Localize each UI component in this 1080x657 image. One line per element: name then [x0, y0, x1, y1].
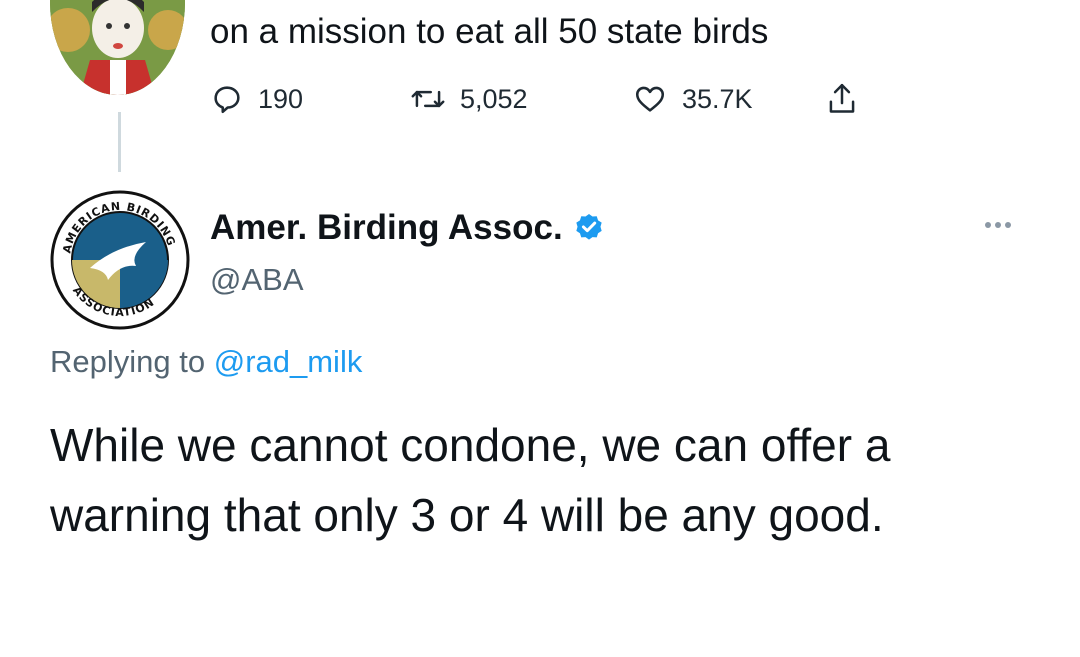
reply-count: 190 — [258, 83, 304, 114]
reply-button[interactable]: 190 — [210, 74, 303, 124]
share-button[interactable] — [825, 74, 859, 124]
user-avatar[interactable] — [50, 0, 185, 95]
like-count: 35.7K — [682, 83, 753, 114]
retweet-count: 5,052 — [460, 83, 528, 114]
retweet-icon — [410, 82, 446, 116]
like-button[interactable]: 35.7K — [632, 74, 753, 124]
more-options-icon[interactable] — [985, 222, 1011, 228]
replying-to-line: Replying to @rad_milk — [50, 344, 362, 380]
tweet-text: While we cannot condone, we can offer a … — [50, 419, 891, 541]
thread-connector-line — [118, 112, 121, 172]
replying-to-label: Replying to — [50, 344, 206, 379]
like-icon — [632, 82, 668, 116]
organization-logo-avatar[interactable]: AMERICAN BIRDING ASSOCIATION — [50, 190, 190, 330]
reply-icon — [210, 82, 244, 116]
author-name-text: Amer. Birding Assoc. — [210, 208, 563, 247]
share-icon — [825, 81, 859, 117]
tweet-actions-bar: 190 5,052 35.7K — [210, 74, 910, 124]
verified-badge-icon — [573, 212, 605, 244]
tweet-thread: on a mission to eat all 50 state birds 1… — [0, 0, 1080, 657]
previous-tweet-text: on a mission to eat all 50 state birds — [210, 12, 769, 51]
author-handle[interactable]: @ABA — [210, 262, 304, 298]
replying-to-mention-link[interactable]: @rad_milk — [214, 344, 363, 379]
retweet-button[interactable]: 5,052 — [410, 74, 528, 124]
author-display-name[interactable]: Amer. Birding Assoc. — [210, 208, 605, 248]
